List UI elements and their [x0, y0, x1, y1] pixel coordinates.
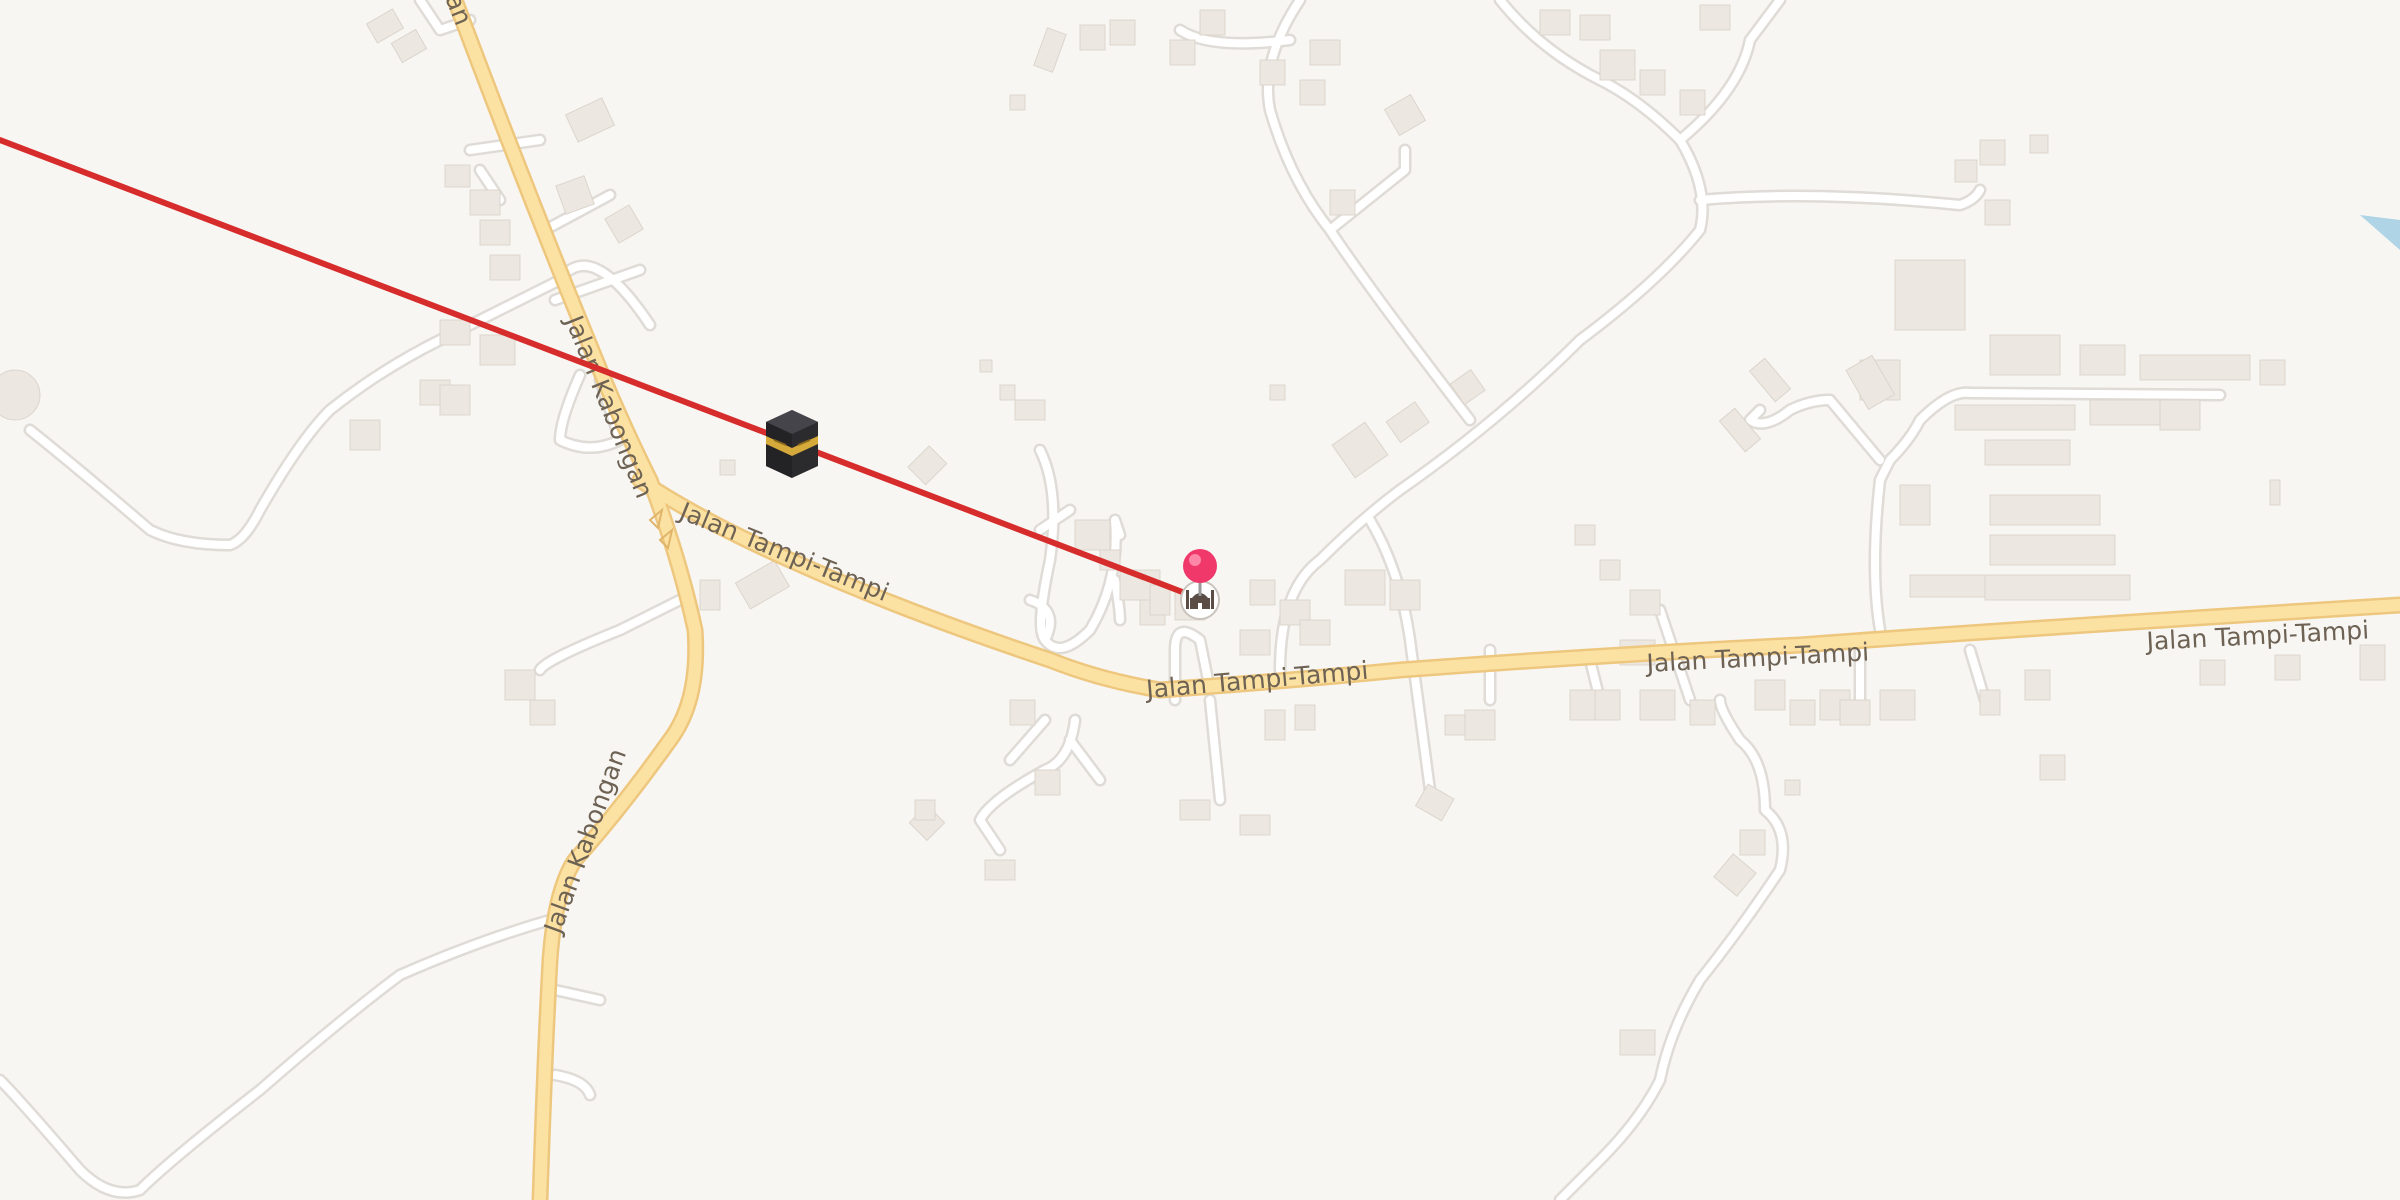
map-canvas[interactable]: Jalan Kabongan Jalan Kabongan Jalan Tamp… — [0, 0, 2400, 1200]
kaaba-icon[interactable] — [766, 410, 818, 478]
